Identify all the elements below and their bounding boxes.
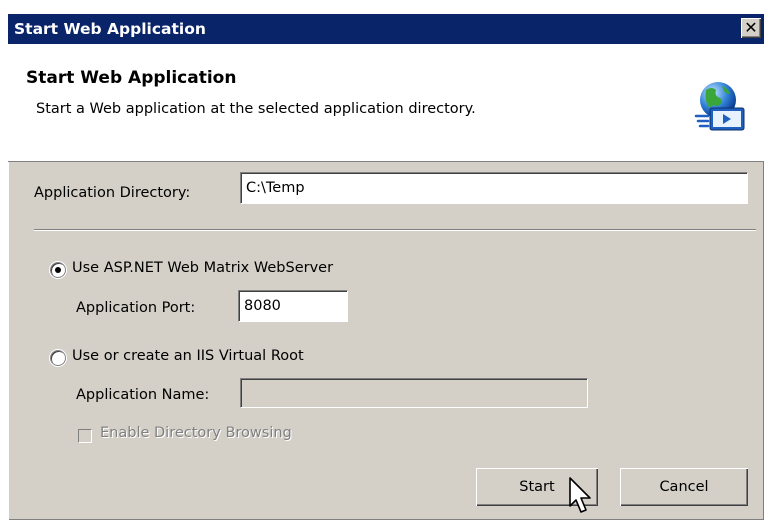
close-button[interactable]: ✕ [741,18,761,38]
enable-browsing-label: Enable Directory Browsing [100,425,292,441]
cancel-button[interactable]: Cancel [620,468,748,506]
start-web-application-dialog: Start Web Application ✕ Start Web Applic… [8,14,764,520]
iis-option-label[interactable]: Use or create an IIS Virtual Root [72,348,304,364]
app-directory-label: Application Directory: [34,185,191,201]
app-port-label: Application Port: [76,300,196,316]
mouse-cursor-icon [569,477,591,513]
title-bar[interactable]: Start Web Application ✕ [8,14,764,44]
section-divider [34,229,756,231]
webmatrix-radio[interactable] [50,262,66,278]
radio-dot-icon [55,267,61,273]
webmatrix-option-label[interactable]: Use ASP.NET Web Matrix WebServer [72,260,333,276]
close-icon: ✕ [744,18,758,37]
app-directory-field[interactable]: C:\Temp [240,172,748,204]
header-subtitle: Start a Web application at the selected … [36,101,476,117]
window-title: Start Web Application [14,20,206,38]
header-title: Start Web Application [26,68,237,88]
dialog-header: Start Web Application Start a Web applic… [8,44,764,162]
app-port-field[interactable]: 8080 [238,290,348,322]
iis-radio[interactable] [50,350,66,366]
globe-app-icon [694,82,745,131]
app-name-field[interactable] [240,378,588,408]
enable-browsing-checkbox[interactable] [78,429,92,443]
app-name-label: Application Name: [76,387,210,403]
